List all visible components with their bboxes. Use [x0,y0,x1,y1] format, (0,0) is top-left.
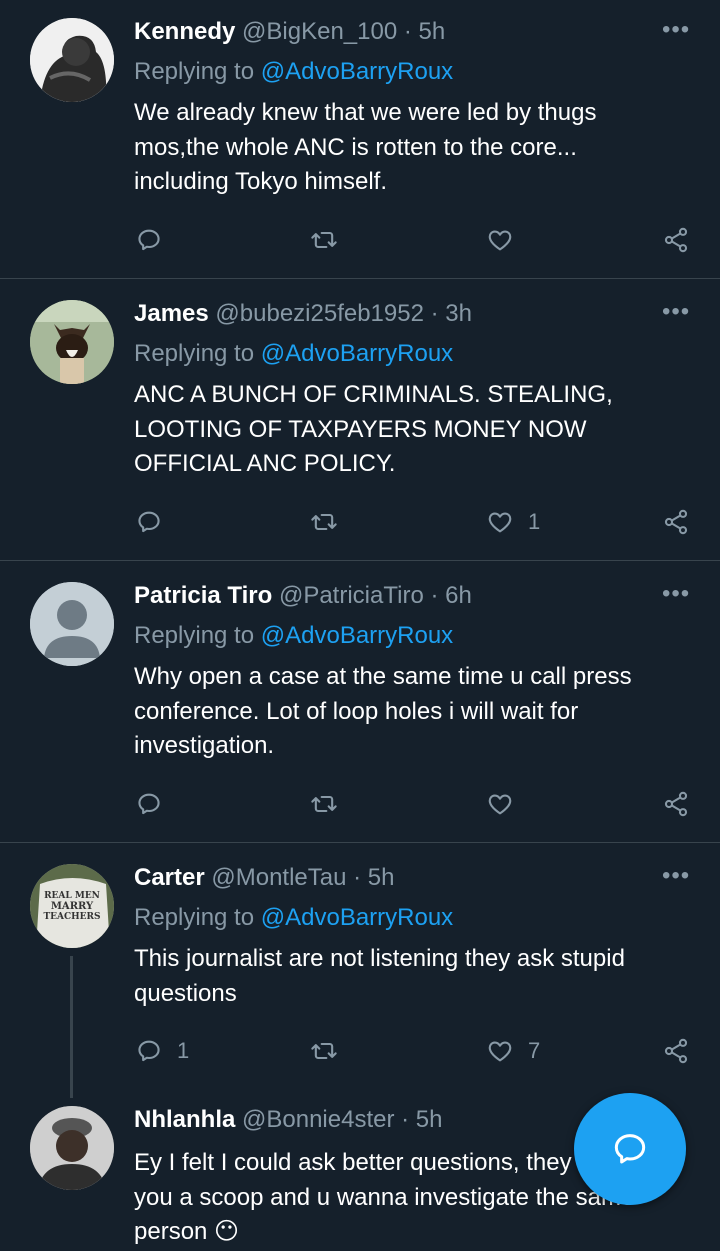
reply-icon [138,511,160,533]
reply-button[interactable]: 1 [135,1031,189,1071]
display-name[interactable]: Patricia Tiro [134,582,272,609]
share-icon [664,791,688,817]
mention-link[interactable]: @AdvoBarryRoux [261,904,453,931]
thread-line [70,956,73,1098]
tweet-actions: 1 [0,502,720,542]
share-button[interactable] [662,784,690,824]
tweet-header: Kennedy @BigKen_100 · 5h [134,18,445,46]
like-count: 7 [528,1038,541,1063]
like-icon [488,1041,512,1062]
tweet-actions: 1 7 [0,1031,720,1071]
user-handle[interactable]: @Bonnie4ster [242,1106,394,1133]
reply-button[interactable] [135,784,177,824]
avatar-shirt-text: REAL MEN [44,891,100,901]
share-icon [664,1038,688,1064]
tweet-text: We already knew that we were led by thug… [134,99,597,195]
avatar[interactable] [30,300,114,384]
mention-link[interactable]: @AdvoBarryRoux [261,340,453,367]
replying-to: Replying to @AdvoBarryRoux [134,58,453,86]
share-icon [664,227,688,253]
reply-button[interactable] [135,502,177,542]
retweet-icon [311,231,337,249]
divider [0,560,720,561]
reply-count: 1 [177,1038,190,1063]
retweet-button[interactable] [310,1031,338,1071]
tweet-header: Carter @MontleTau · 5h [134,864,395,892]
tweet-actions [0,784,720,824]
retweet-icon [311,1042,337,1060]
reply-icon [138,229,160,251]
retweet-button[interactable] [310,220,338,260]
more-icon[interactable]: ••• [662,298,690,326]
mention-link[interactable]: @AdvoBarryRoux [261,58,453,85]
tweet-header: Patricia Tiro @PatriciaTiro · 6h [134,582,472,610]
compose-reply-button[interactable] [574,1093,686,1205]
avatar-shirt-text: MARRY [51,901,94,912]
more-icon[interactable]: ••• [662,16,690,44]
avatar[interactable]: REAL MEN MARRY TEACHERS [30,864,114,948]
divider [0,842,720,843]
share-icon [664,509,688,535]
like-button[interactable] [486,220,528,260]
like-button[interactable]: 7 [486,1031,540,1071]
share-button[interactable] [662,502,690,542]
mention-link[interactable]: @AdvoBarryRoux [261,622,453,649]
avatar[interactable] [30,582,114,666]
divider [0,278,720,279]
reply-icon [138,1040,160,1062]
reply-button[interactable] [135,220,177,260]
avatar[interactable] [30,18,114,102]
replying-to-label: Replying to [134,904,261,931]
like-count: 1 [528,509,541,534]
display-name[interactable]: James [134,300,209,327]
tweet-header: Nhlanhla @Bonnie4ster · 5h [134,1106,443,1134]
replying-to: Replying to @AdvoBarryRoux [134,622,453,650]
user-handle[interactable]: @BigKen_100 [242,18,397,45]
avatar-shirt-text: TEACHERS [43,912,100,922]
like-icon [488,512,512,533]
replying-to: Replying to @AdvoBarryRoux [134,904,453,932]
replying-to-label: Replying to [134,340,261,367]
retweet-icon [311,513,337,531]
like-button[interactable]: 1 [486,502,540,542]
tweet-text: ANC A BUNCH OF CRIMINALS. STEALING, LOOT… [134,381,613,477]
like-icon [488,794,512,815]
replying-to-label: Replying to [134,58,261,85]
like-icon [488,230,512,251]
timestamp[interactable]: · 3h [431,300,472,327]
display-name[interactable]: Kennedy [134,18,235,45]
timestamp[interactable]: · 5h [353,864,394,891]
user-handle[interactable]: @PatriciaTiro [279,582,424,609]
timestamp[interactable]: · 5h [401,1106,442,1133]
replying-to: Replying to @AdvoBarryRoux [134,340,453,368]
display-name[interactable]: Carter [134,864,205,891]
tweet-text: This journalist are not listening they a… [134,945,625,1007]
tweet-header: James @bubezi25feb1952 · 3h [134,300,472,328]
user-handle[interactable]: @bubezi25feb1952 [215,300,424,327]
compose-reply-icon [614,1134,646,1164]
retweet-button[interactable] [310,784,338,824]
share-button[interactable] [662,1031,690,1071]
like-button[interactable] [486,784,528,824]
share-button[interactable] [662,220,690,260]
reply-icon [138,793,160,815]
display-name[interactable]: Nhlanhla [134,1106,235,1133]
replying-to-label: Replying to [134,622,261,649]
retweet-button[interactable] [310,502,338,542]
tweet-actions [0,220,720,260]
more-icon[interactable]: ••• [662,862,690,890]
timestamp[interactable]: · 5h [404,18,445,45]
user-handle[interactable]: @MontleTau [211,864,346,891]
tweet-text: Why open a case at the same time u call … [134,663,632,759]
timestamp[interactable]: · 6h [430,582,471,609]
more-icon[interactable]: ••• [662,580,690,608]
retweet-icon [311,795,337,813]
avatar[interactable] [30,1106,114,1190]
